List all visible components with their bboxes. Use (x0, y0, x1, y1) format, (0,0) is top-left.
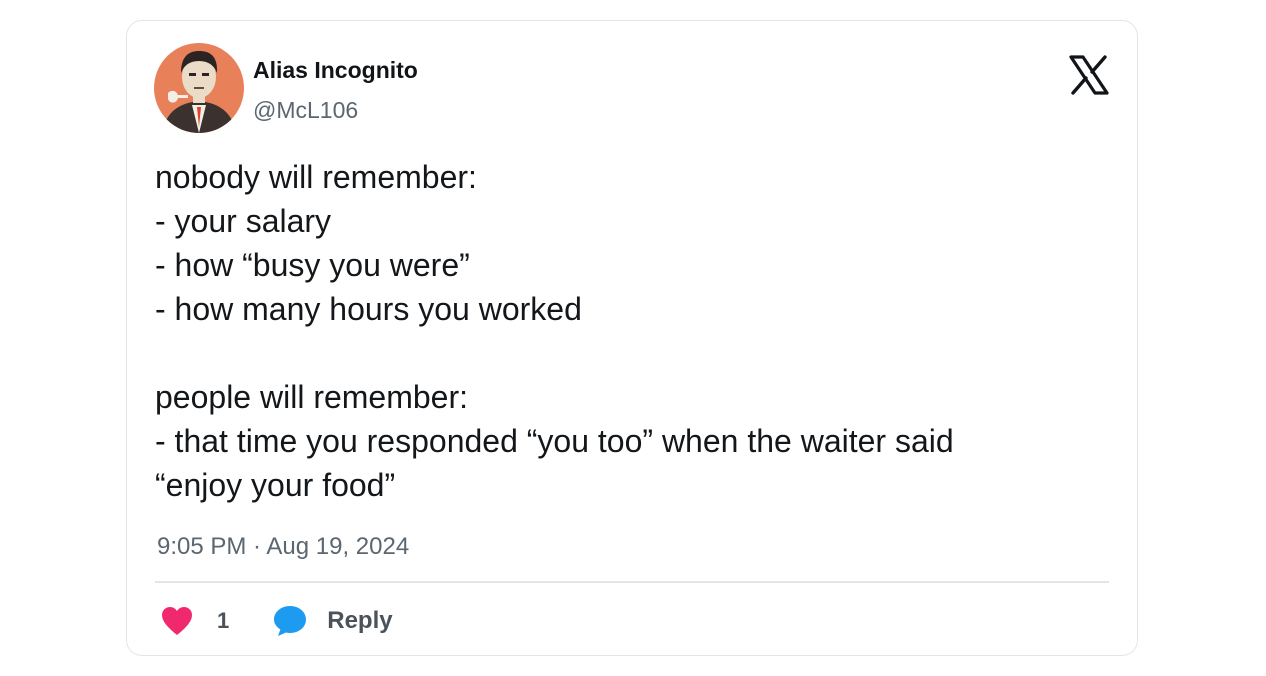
like-count: 1 (217, 608, 230, 633)
tweet-card[interactable]: Alias Incognito @McL106 nobody will reme… (126, 20, 1138, 656)
profile-photo-icon (154, 43, 244, 133)
tweet-line: - how many hours you worked (155, 291, 582, 327)
tweet-line: - your salary (155, 203, 332, 239)
reply-label: Reply (327, 607, 393, 634)
like-button[interactable]: 1 (161, 606, 229, 636)
heart-icon (162, 607, 192, 635)
action-bar: 1 Reply (161, 599, 393, 643)
tweet-line (155, 331, 1115, 375)
speech-bubble-icon (274, 606, 307, 636)
tweet-line: - how “busy you were” (155, 247, 470, 283)
author-handle[interactable]: @McL106 (253, 97, 358, 124)
tweet-line: people will remember: (155, 379, 469, 415)
tweet-timestamp[interactable]: 9:05 PM · Aug 19, 2024 (157, 533, 409, 561)
divider (155, 581, 1109, 583)
tweet-text: nobody will remember: - your salary - ho… (155, 155, 1115, 507)
author-display-name[interactable]: Alias Incognito (253, 57, 418, 84)
tweet-line: - that time you responded “you too” when… (155, 423, 954, 459)
tweet-line: nobody will remember: (155, 159, 477, 195)
reply-button[interactable]: Reply (273, 605, 393, 637)
avatar[interactable] (154, 43, 244, 133)
tweet-line: “enjoy your food” (155, 467, 396, 503)
x-logo-icon[interactable] (1065, 51, 1113, 99)
